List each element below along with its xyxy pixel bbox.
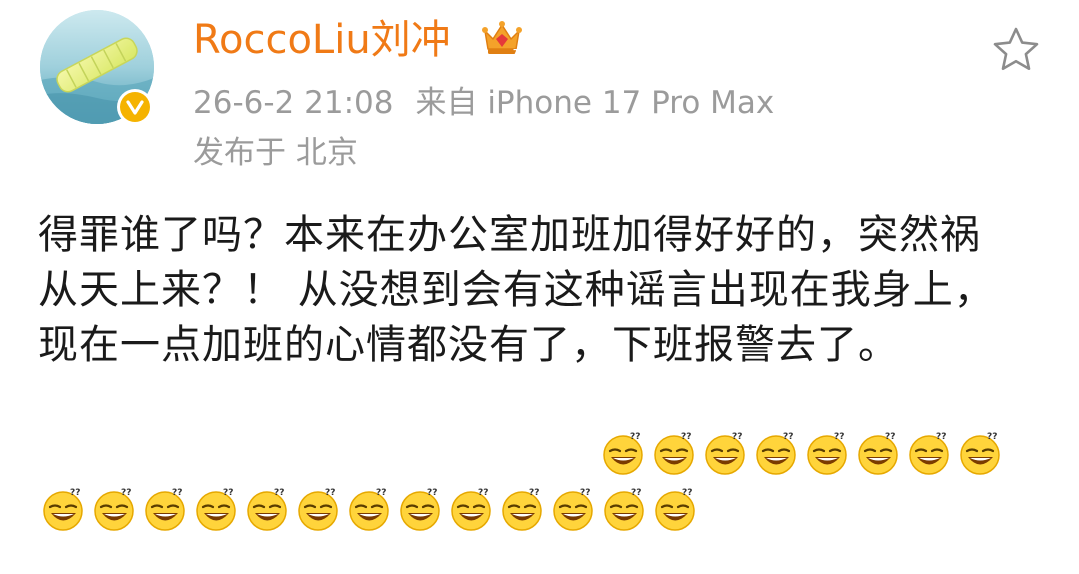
svg-text:??: ?? xyxy=(172,488,182,498)
doge-sweat-emoji: ?? xyxy=(502,488,542,531)
doge-sweat-emoji: ?? xyxy=(909,432,949,475)
svg-text:7: 7 xyxy=(513,48,519,57)
doge-sweat-emoji: ?? xyxy=(960,432,1000,475)
svg-text:??: ?? xyxy=(987,432,997,442)
svg-text:??: ?? xyxy=(325,488,335,498)
post-text: 得罪谁了吗？本来在办公室加班加得好好的，突然祸从天上来？！ 从没想到会有这种谣言… xyxy=(38,212,995,368)
post-meta: 26-6-2 21:08 来自 iPhone 17 Pro Max xyxy=(193,82,774,124)
doge-sweat-emoji: ?? xyxy=(94,488,134,531)
svg-text:??: ?? xyxy=(834,432,844,442)
svg-text:??: ?? xyxy=(529,488,539,498)
svg-text:??: ?? xyxy=(274,488,284,498)
doge-sweat-emoji: ?? xyxy=(603,432,643,475)
post-location: 发布于 北京 xyxy=(193,135,358,171)
verified-badge-icon xyxy=(117,89,153,125)
doge-sweat-emoji: ?? xyxy=(807,432,847,475)
doge-sweat-emoji: ?? xyxy=(400,488,440,531)
doge-sweat-emoji: ?? xyxy=(756,432,796,475)
svg-text:??: ?? xyxy=(580,488,590,498)
svg-text:??: ?? xyxy=(376,488,386,498)
svg-text:??: ?? xyxy=(681,432,691,442)
doge-sweat-emoji: ?? xyxy=(858,432,898,475)
doge-sweat-emoji: ?? xyxy=(705,432,745,475)
doge-sweat-emoji: ?? xyxy=(553,488,593,531)
doge-sweat-emoji: ?? xyxy=(349,488,389,531)
favorite-star-icon[interactable] xyxy=(990,24,1042,76)
post-timestamp[interactable]: 26-6-2 21:08 xyxy=(193,85,393,121)
doge-sweat-emoji: ?? xyxy=(604,488,644,531)
emoji-row-1: ???????????????? xyxy=(600,428,1005,476)
emoji-row-2: ?????????????????????????? xyxy=(40,484,700,532)
svg-text:??: ?? xyxy=(936,432,946,442)
doge-sweat-emoji: ?? xyxy=(451,488,491,531)
svg-text:??: ?? xyxy=(783,432,793,442)
username[interactable]: RoccoLiu刘冲 xyxy=(193,14,451,66)
crown-icon[interactable]: 7 xyxy=(480,17,524,59)
svg-text:??: ?? xyxy=(478,488,488,498)
svg-text:??: ?? xyxy=(121,488,131,498)
weibo-post: RoccoLiu刘冲 7 26-6-2 21:08 来自 iPhone 17 Pr… xyxy=(0,0,1079,574)
doge-sweat-emoji: ?? xyxy=(654,432,694,475)
svg-text:??: ?? xyxy=(223,488,233,498)
svg-text:??: ?? xyxy=(70,488,80,498)
svg-text:??: ?? xyxy=(427,488,437,498)
svg-text:??: ?? xyxy=(732,432,742,442)
svg-text:??: ?? xyxy=(631,488,641,498)
doge-sweat-emoji: ?? xyxy=(196,488,236,531)
svg-text:??: ?? xyxy=(682,488,692,498)
doge-sweat-emoji: ?? xyxy=(43,488,83,531)
doge-sweat-emoji: ?? xyxy=(145,488,185,531)
doge-sweat-emoji: ?? xyxy=(298,488,338,531)
post-source: 来自 iPhone 17 Pro Max xyxy=(415,85,775,121)
svg-text:??: ?? xyxy=(885,432,895,442)
doge-sweat-emoji: ?? xyxy=(655,488,695,531)
svg-text:??: ?? xyxy=(630,432,640,442)
doge-sweat-emoji: ?? xyxy=(247,488,287,531)
post-content: 得罪谁了吗？本来在办公室加班加得好好的，突然祸从天上来？！ 从没想到会有这种谣言… xyxy=(38,208,1038,373)
